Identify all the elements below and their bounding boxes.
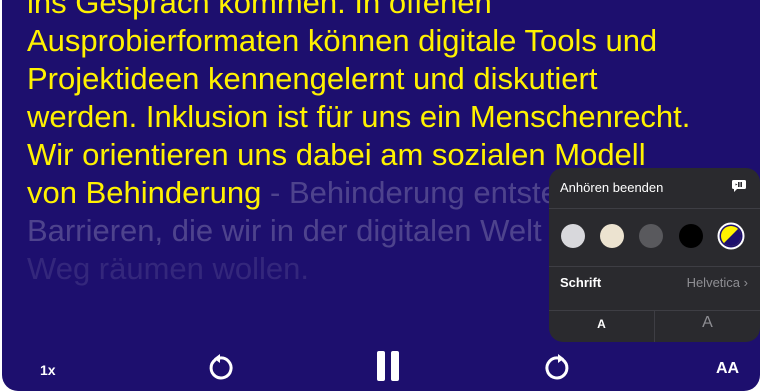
font-label: Schrift — [560, 275, 602, 290]
forward-icon — [545, 354, 569, 380]
selected-theme-icon — [717, 222, 745, 250]
stop-listening-label: Anhören beenden — [560, 180, 664, 195]
playback-speed-button[interactable]: 1x — [40, 362, 56, 378]
theme-yellow-on-blue-swatch[interactable] — [717, 222, 745, 250]
forward-button[interactable] — [544, 354, 572, 382]
divider — [549, 208, 760, 209]
rewind-button[interactable] — [206, 354, 234, 382]
reader-line: Projektideen kennengelernt und diskutier… — [27, 61, 598, 96]
reader-screen: ins Gespräch kommen. In offenen Ausprobi… — [2, 0, 760, 391]
text-size-button[interactable]: AA — [716, 360, 739, 378]
chevron-right-icon: › — [743, 275, 748, 290]
stop-listening-button[interactable]: Anhören beenden — [549, 168, 760, 208]
reader-line: werden. Inklusion ist für uns ein Mensch… — [27, 99, 691, 134]
font-value: Helvetica — [686, 275, 741, 290]
reader-line: Ausprobierformaten können digitale Tools… — [27, 23, 658, 58]
font-selector[interactable]: Schrift Helvetica › — [549, 266, 760, 302]
theme-swatches — [559, 222, 754, 252]
pause-icon — [377, 351, 399, 381]
pause-button[interactable] — [374, 350, 402, 382]
theme-dark-gray-swatch[interactable] — [639, 224, 663, 248]
speech-bubble-stop-icon — [732, 180, 746, 192]
theme-sepia-swatch[interactable] — [600, 224, 624, 248]
spoken-phrase: von Behinderung — [27, 175, 262, 210]
reader-line: Wir orientieren uns dabei am sozialen Mo… — [27, 137, 646, 172]
font-value-group: Helvetica › — [687, 275, 748, 290]
reader-settings-popover: Anhören beenden Schrift Helvetica › A A — [549, 168, 760, 342]
theme-light-gray-swatch[interactable] — [561, 224, 585, 248]
divider — [654, 311, 655, 342]
reader-line: ins Gespräch kommen. In offenen — [27, 0, 492, 20]
rewind-icon — [209, 354, 233, 380]
decrease-text-size-button[interactable]: A — [549, 317, 654, 331]
unread-text: Weg räumen wollen. — [27, 251, 310, 286]
theme-black-swatch[interactable] — [679, 224, 703, 248]
increase-text-size-button[interactable]: A — [655, 314, 760, 332]
